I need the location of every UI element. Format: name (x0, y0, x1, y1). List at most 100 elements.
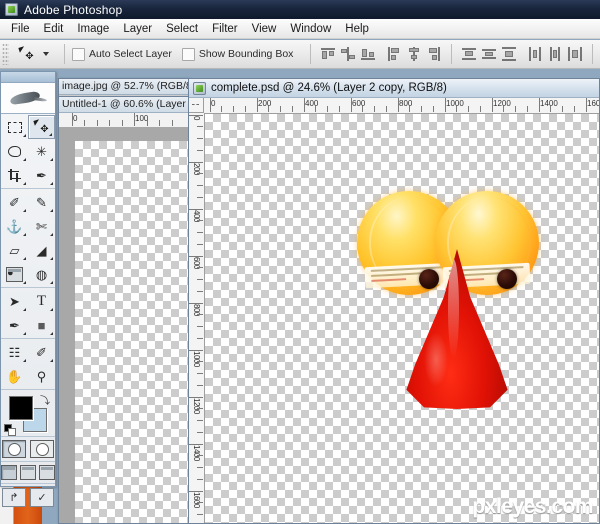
foreground-color-swatch[interactable] (9, 396, 33, 420)
align-horizontal-centers-icon[interactable] (405, 45, 423, 63)
distribute-bottom-edges-icon[interactable] (500, 45, 518, 63)
distribute-top-edges-icon[interactable] (460, 45, 478, 63)
eyedropper-tool[interactable]: ✐ (28, 340, 55, 364)
healing-brush-tool[interactable]: ✐ (1, 190, 28, 214)
divider (310, 44, 312, 64)
quick-mask-mode-button[interactable] (30, 440, 54, 458)
dodge-tool[interactable]: ◍ (28, 262, 55, 286)
notes-tool[interactable]: ☷ (1, 340, 28, 364)
align-top-edges-icon[interactable] (319, 45, 337, 63)
brush-tool[interactable]: ✎ (28, 190, 55, 214)
crop-icon (8, 168, 21, 182)
checkbox-box (181, 47, 195, 61)
full-screen-with-menubar-button[interactable] (20, 465, 36, 480)
ruler-tick-label: 800 (399, 99, 413, 108)
background-document-title-2: Untitled-1 @ 60.6% (Layer 2 (59, 97, 189, 113)
background-document-workarea (59, 128, 189, 523)
pen-tool[interactable]: ✒ (1, 313, 28, 337)
swap-colors-icon[interactable]: ⤵ (40, 392, 50, 407)
menu-item-file[interactable]: File (4, 21, 37, 37)
menu-item-view[interactable]: View (245, 21, 284, 37)
default-colors-icon[interactable] (4, 424, 16, 436)
ruler-tick-label: 1400 (540, 99, 558, 108)
distribute-right-edges-icon[interactable] (566, 45, 584, 63)
eraser-tool[interactable]: ▱ (1, 238, 28, 262)
menu-item-help[interactable]: Help (338, 21, 376, 37)
ruler-tick-label: 0 (73, 114, 78, 123)
menu-item-select[interactable]: Select (159, 21, 205, 37)
photoshop-application-window: Adobe Photoshop File Edit Image Layer Se… (0, 0, 600, 524)
standard-screen-mode-button[interactable] (1, 465, 17, 480)
eraser-icon: ▱ (9, 242, 20, 258)
menu-item-layer[interactable]: Layer (116, 21, 159, 37)
hand-tool[interactable]: ✋ (1, 364, 28, 388)
zoom-tool[interactable]: ⚲ (28, 364, 55, 388)
application-title: Adobe Photoshop (24, 2, 123, 17)
artwork-group[interactable] (357, 191, 547, 411)
toolbox-drag-handle[interactable] (1, 72, 55, 83)
move-tool[interactable]: ✥ (28, 115, 55, 139)
crop-tool[interactable] (1, 163, 28, 187)
divider (451, 44, 453, 64)
align-left-edges-icon[interactable] (385, 45, 403, 63)
align-bottom-edges-icon[interactable] (359, 45, 377, 63)
history-brush-tool[interactable]: ✄ (28, 214, 55, 238)
jump-confirm-button[interactable]: ✓ (30, 488, 54, 507)
menu-bar: File Edit Image Layer Select Filter View… (0, 19, 600, 39)
brush-icon: ✎ (36, 194, 47, 210)
background-document-window-2[interactable]: Untitled-1 @ 60.6% (Layer 2 0 100 (58, 96, 190, 524)
active-document-title-bar[interactable]: complete.psd @ 24.6% (Layer 2 copy, RGB/… (189, 79, 599, 98)
pen-nib-icon: ✒ (9, 317, 20, 333)
type-tool[interactable]: T (28, 289, 55, 313)
ruler-origin-corner[interactable] (189, 98, 204, 113)
full-screen-mode-button[interactable] (39, 465, 55, 480)
show-bounding-box-checkbox[interactable]: Show Bounding Box (181, 47, 293, 61)
divider (592, 44, 593, 64)
align-vertical-centers-icon[interactable] (339, 45, 357, 63)
lasso-tool[interactable] (1, 139, 28, 163)
ruler-horizontal[interactable]: 0 200 400 600 800 1000 1200 1400 1600 (189, 98, 599, 114)
gradient-tool[interactable]: ◢ (28, 238, 55, 262)
standard-mode-button[interactable] (2, 440, 26, 458)
magic-wand-tool[interactable]: ✳ (28, 139, 55, 163)
tool-preset-chevron-down-icon[interactable] (42, 52, 49, 56)
ruler-tick-label: 1000 (192, 351, 201, 367)
menu-item-image[interactable]: Image (70, 21, 116, 37)
slice-tool[interactable]: ✒ (28, 163, 55, 187)
auto-select-layer-checkbox[interactable]: Auto Select Layer (71, 47, 172, 61)
active-document-window[interactable]: complete.psd @ 24.6% (Layer 2 copy, RGB/… (188, 78, 600, 524)
align-icon-group-1 (318, 45, 378, 63)
ruler-tick-label: 0 (211, 99, 216, 108)
jump-to-imageready-button[interactable]: ↱ (2, 488, 26, 507)
distribute-left-edges-icon[interactable] (526, 45, 544, 63)
current-tool-icon[interactable]: ✥ (12, 43, 41, 66)
path-arrow-icon: ➤ (9, 293, 20, 309)
toolbox-group-navigation: ☷ ✐ ✋ ⚲ (1, 339, 55, 390)
ruler-vertical[interactable]: 0 200 400 600 800 1000 1200 1400 1600 (189, 113, 205, 523)
clone-stamp-tool[interactable]: ⚓ (1, 214, 28, 238)
background-document-window-1[interactable]: image.jpg @ 52.7% (RGB/8# (58, 78, 190, 98)
menu-item-edit[interactable]: Edit (37, 21, 71, 37)
ruler-tick-label: 1600 (192, 492, 201, 508)
black-pupil-left[interactable] (419, 269, 439, 289)
photoshop-feather-logo[interactable] (1, 83, 55, 114)
document-canvas[interactable]: pxleyes.com (205, 114, 599, 523)
magnifier-icon: ⚲ (36, 368, 47, 384)
options-bar-grip[interactable] (2, 43, 9, 65)
blur-tool[interactable]: ● (1, 262, 28, 286)
rectangular-marquee-tool[interactable] (1, 115, 28, 139)
magic-wand-icon: ✳ (36, 143, 47, 159)
black-pupil-right[interactable] (497, 269, 517, 289)
toolbox-panel: ✥ ✳ ✒ ✐ ✎ ⚓ ✄ ▱ ◢ ● ◍ ➤ T ✒ ■ ☷ ✐ ✋ ⚲ ⤵ … (0, 71, 56, 507)
distribute-vertical-centers-icon[interactable] (480, 45, 498, 63)
notes-icon: ☷ (8, 344, 21, 360)
application-title-bar: Adobe Photoshop (0, 0, 600, 19)
distribute-horizontal-centers-icon[interactable] (546, 45, 564, 63)
menu-item-window[interactable]: Window (283, 21, 338, 37)
rectangle-shape-tool[interactable]: ■ (28, 313, 55, 337)
path-selection-tool[interactable]: ➤ (1, 289, 28, 313)
menu-item-filter[interactable]: Filter (205, 21, 245, 37)
align-right-edges-icon[interactable] (425, 45, 443, 63)
quick-mask-icon (35, 442, 49, 456)
tool-options-bar: ✥ Auto Select Layer Show Bounding Box (0, 40, 600, 69)
